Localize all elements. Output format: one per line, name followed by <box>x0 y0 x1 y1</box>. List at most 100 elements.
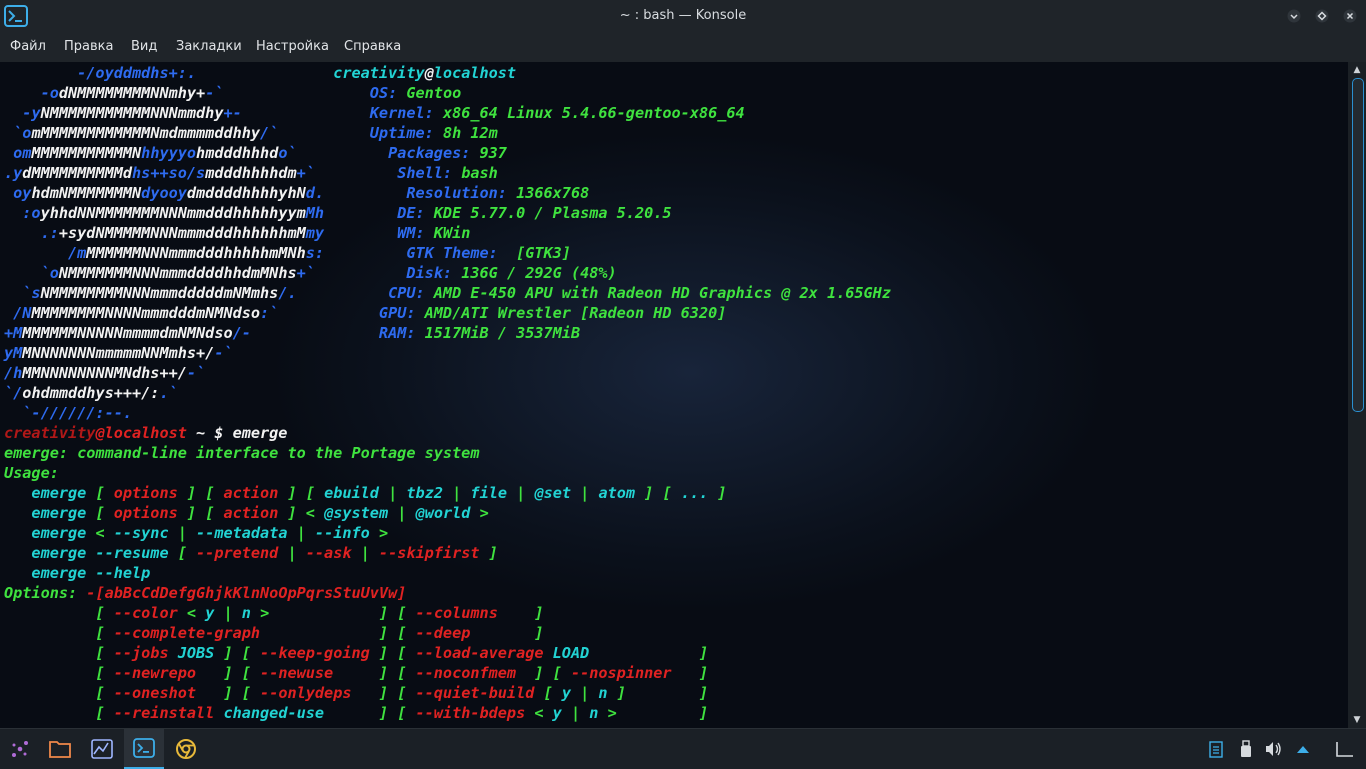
terminal-text: ] [ <box>516 664 571 682</box>
menu-bookmarks[interactable]: Закладки <box>176 32 242 62</box>
terminal-line: emerge [ options ] [ action ] < @system … <box>4 503 488 523</box>
terminal-text: dmddddhhhhyhN <box>186 184 306 202</box>
terminal-line: `-//////:--. <box>4 403 132 423</box>
terminal-line: .ydMMMMMMMMMMdhs++so/smdddhhhhdm+` Shell… <box>4 163 498 183</box>
terminal-text: dMMMMMMMMMMd <box>22 164 133 182</box>
terminal-text: [ <box>305 484 325 502</box>
terminal-text: ] <box>177 504 206 522</box>
chevron-down-icon <box>1287 9 1301 23</box>
terminal-text: ] [ <box>260 624 416 642</box>
launcher-icon[interactable] <box>0 729 40 769</box>
terminal-text: creativity <box>333 64 425 82</box>
menu-edit[interactable]: Правка <box>64 32 113 62</box>
terminal-output[interactable]: -/oyddmdhs+:. creativity@localhost -odNM… <box>0 62 1348 728</box>
arrow-up-icon[interactable] <box>1293 739 1313 759</box>
scrollbar-thumb[interactable] <box>1352 78 1364 412</box>
terminal-text: MMMMMMMMNNNNmmmdddmNMNdso <box>31 304 261 322</box>
scroll-up-icon[interactable]: ▲ <box>1348 62 1366 78</box>
terminal-line: -yNMMMMMMMMMMMNNNmmdhy+- Kernel: x86_64 … <box>4 103 744 123</box>
terminal-text: OS: <box>369 84 407 102</box>
window-title: ~ : bash — Konsole <box>619 8 747 23</box>
terminal-text: y <box>561 684 571 702</box>
terminal-line: `omMMMMMMMMMMMMNmdmmmmddhhy/` Uptime: 8h… <box>4 123 498 143</box>
terminal-text: ` <box>4 124 23 142</box>
terminal-line: +MMMMMMMNNNNNmmmmdmNMNdso/- RAM: 1517MiB… <box>4 323 580 343</box>
minimize-button[interactable] <box>1284 6 1304 26</box>
usb-icon[interactable] <box>1236 739 1256 759</box>
terminal-text: ] <box>470 624 544 642</box>
desktop-icon[interactable] <box>1335 739 1355 759</box>
terminal-line: :oyhhdNNMMMMMMMNNNmmdddhhhhhyymMh DE: KD… <box>4 203 671 223</box>
terminal-line: [ --newrepo ] [ --newuse ] [ --noconfmem… <box>4 663 708 683</box>
terminal-line: emerge < --sync | --metadata | --info > <box>4 523 388 543</box>
terminal-text: [ <box>95 484 114 502</box>
terminal-text: hmdddhhhd <box>196 144 279 162</box>
menu-view[interactable]: Вид <box>131 32 157 62</box>
maximize-button[interactable] <box>1312 6 1332 26</box>
terminal-text: action <box>223 484 279 502</box>
terminal-text: 136G / 292G (48%) <box>461 264 617 282</box>
terminal-text: AMD E-450 APU with Radeon HD Graphics @ … <box>433 284 891 302</box>
terminal-line: [ --reinstall changed-use ] [ --with-bde… <box>4 703 708 723</box>
terminal-line: omMMMMMMMMMMMNhhyyyohmdddhhhdo` Packages… <box>4 143 507 163</box>
terminal-text: --jobs <box>113 644 178 662</box>
terminal-text: KWin <box>433 224 471 242</box>
terminal-text: MMMMMMMMMMMN <box>31 144 142 162</box>
terminal-text: CPU: <box>388 284 434 302</box>
terminal-text: --keep-going <box>260 644 370 662</box>
terminal-line: emerge --help <box>4 563 150 583</box>
menu-file[interactable]: Файл <box>10 32 46 62</box>
terminal-text: --columns <box>415 604 498 622</box>
terminal-text: NMMMMMMMNNNmmmddddhhdmMNhs <box>58 264 297 282</box>
terminal-text: Gentoo <box>406 84 462 102</box>
terminal-text: /m <box>4 244 87 262</box>
terminal-text: y <box>31 104 41 122</box>
terminal-text: --ask <box>305 544 352 562</box>
terminal-text: ] <box>708 484 727 502</box>
folder-icon[interactable] <box>40 729 80 769</box>
terminal-text: [ <box>534 684 562 702</box>
terminal-text: yM <box>4 344 23 362</box>
menu-settings[interactable]: Настройка <box>256 32 329 62</box>
terminal-text: --newuse <box>260 664 334 682</box>
clipboard-icon[interactable] <box>1206 739 1226 759</box>
terminal-text: - <box>4 104 32 122</box>
terminal-text: --reinstall <box>113 704 224 722</box>
terminal-text: +M <box>4 324 23 342</box>
terminal-text: yhhdNNMMMMMMMNNNmmdddhhhhhyym <box>40 204 306 222</box>
terminal-text: s: <box>305 244 325 262</box>
terminal-text: emerge --help <box>4 564 151 582</box>
terminal-text: Mh <box>305 204 325 222</box>
terminal-text: ] [ <box>196 684 261 702</box>
volume-icon[interactable] <box>1264 739 1284 759</box>
terminal-text: ebuild <box>324 484 379 502</box>
terminal-text: --oneshot <box>113 684 197 702</box>
terminal-line: [ --jobs JOBS ] [ --keep-going ] [ --loa… <box>4 643 708 663</box>
scroll-down-icon[interactable]: ▼ <box>1348 712 1366 728</box>
terminal-text: ] <box>497 604 544 622</box>
scrollbar[interactable]: ▲ ▼ <box>1348 62 1366 728</box>
terminal-text: --deep <box>415 624 471 642</box>
menu-help[interactable]: Справка <box>344 32 401 62</box>
close-button[interactable] <box>1340 6 1360 26</box>
terminal-text: changed-use <box>223 704 325 722</box>
terminal-text: hs++so/s <box>132 164 206 182</box>
terminal-text: hhyyyo <box>141 144 197 162</box>
terminal-text: | <box>351 544 379 562</box>
system-monitor-icon[interactable] <box>82 729 122 769</box>
terminal-line: emerge --resume [ --pretend | --ask | --… <box>4 543 497 563</box>
terminal-text: Usage: <box>4 464 59 482</box>
terminal-text: [ <box>205 484 224 502</box>
konsole-taskbar-icon[interactable] <box>124 729 164 769</box>
terminal-text: < <box>525 704 553 722</box>
terminal-text: --load-average <box>415 644 553 662</box>
terminal-text: -[abBcCdDefgGhjkKlnNoOpPqrsStuUvVw] <box>86 584 407 602</box>
terminal-text: - <box>4 84 50 102</box>
terminal-text: my <box>305 224 325 242</box>
chrome-icon[interactable] <box>166 729 206 769</box>
